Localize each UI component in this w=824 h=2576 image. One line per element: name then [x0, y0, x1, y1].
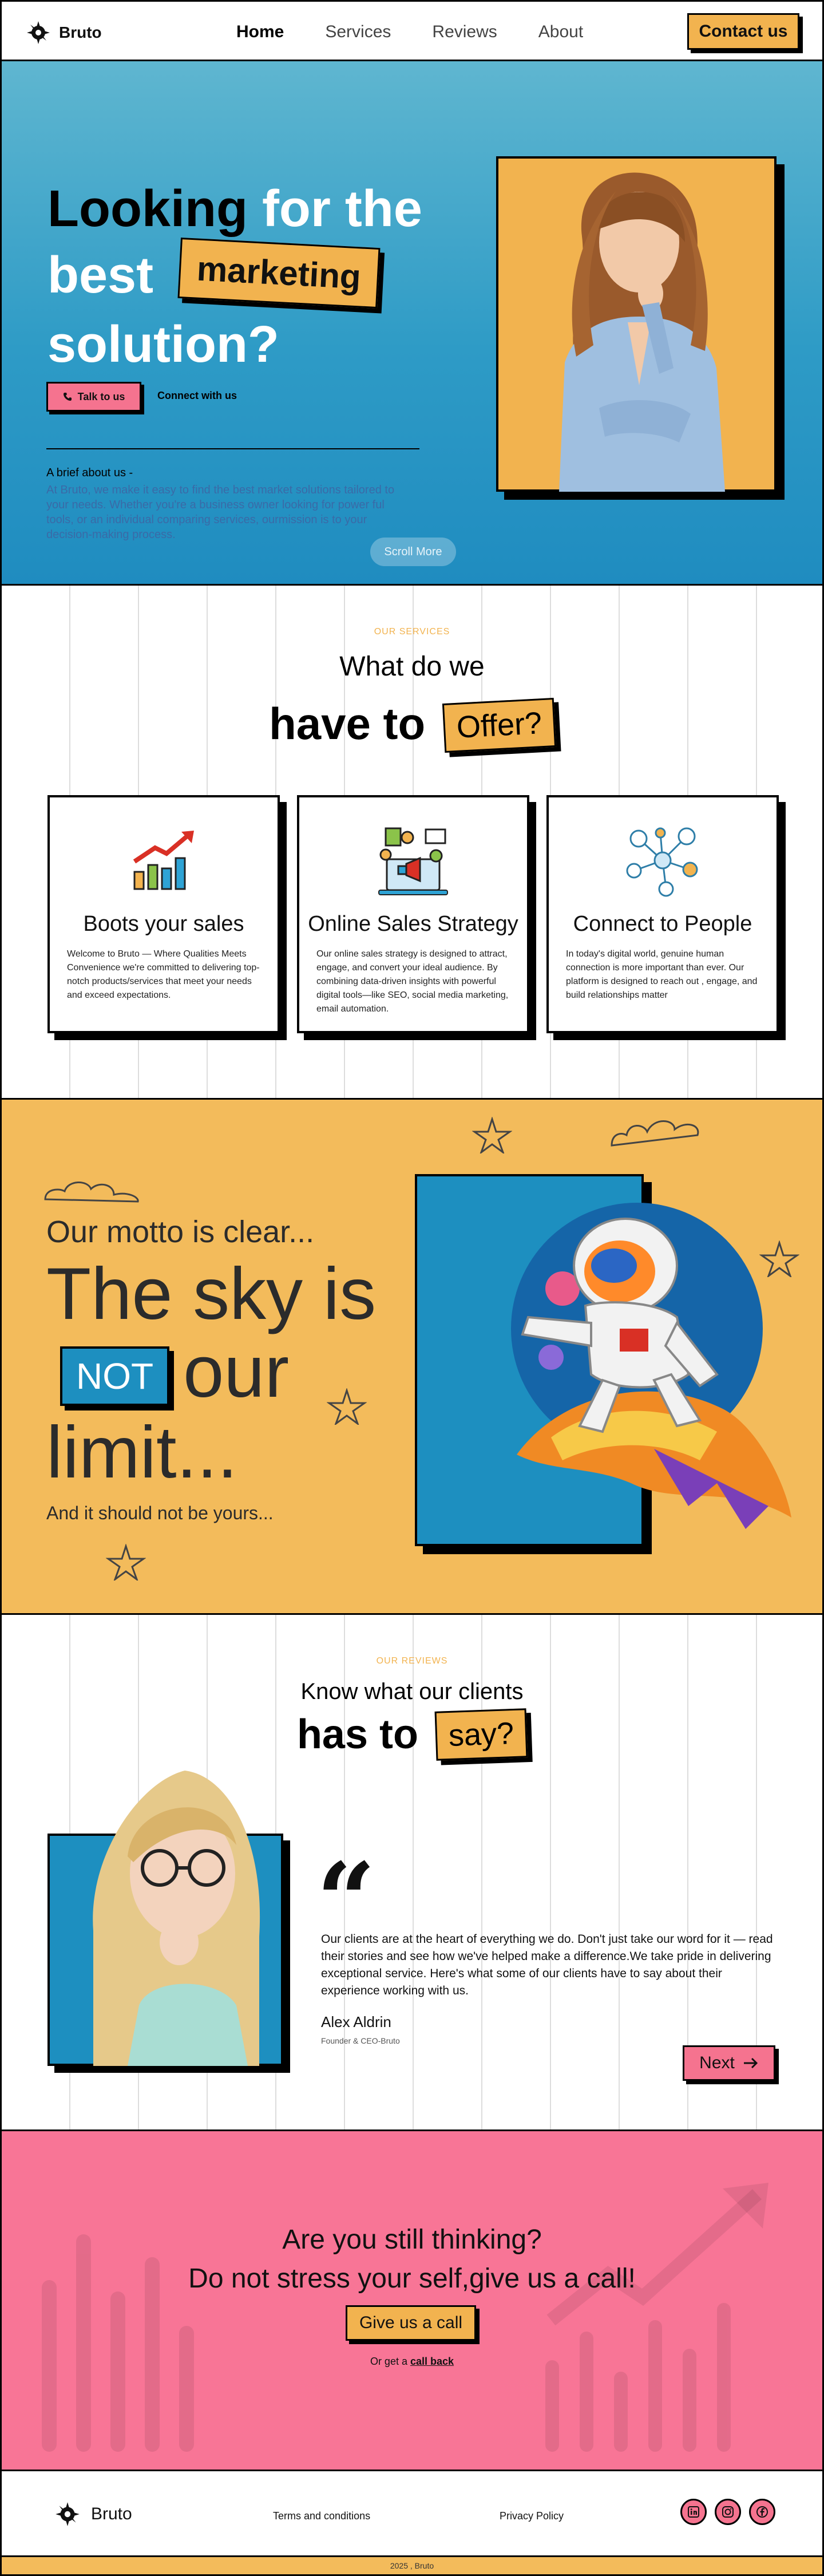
- privacy-link[interactable]: Privacy Policy: [500, 2510, 564, 2522]
- hero-title-tag: marketing: [177, 237, 381, 309]
- cloud-doodle-icon: [44, 1182, 139, 1203]
- hero-title-line3: solution?: [47, 316, 279, 373]
- talk-to-us-label: Talk to us: [77, 390, 125, 402]
- brand-mark-icon: [56, 2502, 80, 2526]
- footer-logo-text: Bruto: [91, 2504, 132, 2523]
- scroll-more-button[interactable]: Scroll More: [370, 538, 456, 566]
- call-back-link[interactable]: call back: [410, 2356, 454, 2367]
- footer-logo[interactable]: Bruto: [53, 2500, 132, 2528]
- motto-intro: Our motto is clear...: [46, 1215, 315, 1249]
- talk-to-us-button[interactable]: Talk to us: [46, 382, 141, 412]
- service-card-title: Boots your sales: [83, 912, 244, 936]
- hero-title-dark: Looking: [47, 180, 248, 238]
- star-doodle-icon: [106, 1544, 146, 1581]
- contact-us-button[interactable]: Contact us: [687, 13, 799, 50]
- services-title-text: have to: [269, 698, 426, 749]
- next-review-button[interactable]: Next: [683, 2045, 775, 2081]
- cta-line2: Do not stress your self,give us a call!: [188, 2263, 636, 2294]
- nav-about[interactable]: About: [538, 22, 583, 42]
- hero-title-line2: best: [47, 247, 154, 304]
- hero-title: Looking for the best marketing solution?: [47, 176, 422, 378]
- logo-text: Bruto: [59, 23, 102, 41]
- cloud-doodle-icon: [611, 1120, 699, 1147]
- brief-text: At Bruto, we make it easy to find the be…: [46, 484, 395, 541]
- motto-big-line3: limit...: [46, 1412, 238, 1494]
- site-header: Bruto Home Services Reviews About Contac…: [2, 2, 822, 61]
- logo[interactable]: Bruto: [25, 19, 102, 46]
- linkedin-icon[interactable]: [680, 2499, 707, 2525]
- client-woman-illustration: [93, 1771, 260, 2066]
- service-card-title: Online Sales Strategy: [308, 912, 518, 936]
- service-card[interactable]: Connect to People In today's digital wor…: [546, 795, 779, 1033]
- callback-text: Or get a call back: [2, 2356, 822, 2368]
- nav-home[interactable]: Home: [236, 22, 284, 42]
- services-title-line1: What do we: [339, 651, 485, 682]
- brief-title: A brief about us -: [46, 467, 133, 479]
- facebook-icon[interactable]: [749, 2499, 775, 2525]
- motto-section: Our motto is clear... The sky is NOT our …: [2, 1100, 822, 1615]
- services-section: OUR SERVICES What do we have to Offer? B…: [2, 586, 822, 1100]
- hero-section: Looking for the best marketing solution?…: [2, 61, 822, 586]
- nav-reviews[interactable]: Reviews: [432, 22, 497, 42]
- review-text: Our clients are at the heart of everythi…: [321, 1933, 773, 1997]
- social-links: [680, 2499, 775, 2525]
- service-card-text: Our online sales strategy is designed to…: [316, 949, 509, 1014]
- reviews-title-line1: Know what our clients: [300, 1679, 524, 1704]
- cta-section: Are you still thinking? Do not stress yo…: [2, 2131, 822, 2471]
- divider: [46, 448, 419, 449]
- thinking-woman-illustration: [559, 172, 725, 492]
- motto-big-line2: our: [183, 1331, 290, 1413]
- online-marketing-icon: [378, 827, 448, 895]
- service-card[interactable]: Boots your sales Welcome to Bruto — Wher…: [47, 795, 280, 1033]
- network-people-icon: [626, 827, 698, 897]
- service-card-text: Welcome to Bruto — Where Qualities Meets…: [67, 949, 260, 1000]
- phone-icon: [63, 393, 72, 401]
- services-eyebrow: OUR SERVICES: [374, 627, 450, 637]
- cta-line1: Are you still thinking?: [282, 2225, 542, 2255]
- hero-title-line1: for the: [262, 180, 422, 238]
- reviews-title-text: has to: [296, 1712, 418, 1757]
- service-card-title: Connect to People: [573, 912, 752, 936]
- motto-headline: The sky is NOT our limit...: [46, 1255, 376, 1492]
- hero-photo: [496, 156, 777, 492]
- client-photo: [47, 1771, 283, 2066]
- reviewer-role: Founder & CEO-Bruto: [321, 2036, 400, 2045]
- site-footer: Bruto Terms and conditions Privacy Polic…: [2, 2471, 822, 2557]
- background-chart-watermark: [42, 2183, 768, 2452]
- instagram-icon[interactable]: [715, 2499, 741, 2525]
- sales-chart-icon: [133, 831, 194, 890]
- page: Bruto Home Services Reviews About Contac…: [0, 0, 824, 2576]
- motto-big-line1: The sky is: [46, 1253, 377, 1335]
- main-nav: Home Services Reviews About: [236, 22, 583, 42]
- motto-subtext: And it should not be yours...: [46, 1503, 274, 1523]
- reviews-section: OUR REVIEWS Know what our clients has to…: [2, 1615, 822, 2131]
- reviews-eyebrow: OUR REVIEWS: [376, 1656, 448, 1666]
- arrow-right-icon: [743, 2057, 758, 2069]
- nav-services[interactable]: Services: [325, 22, 391, 42]
- reviewer-name: Alex Aldrin: [321, 2013, 391, 2030]
- service-card-text: In today's digital world, genuine human …: [566, 949, 758, 1000]
- reviews-title-line2: has to say?: [2, 1708, 822, 1763]
- services-title-line2: have to Offer?: [2, 697, 822, 753]
- service-card[interactable]: Online Sales Strategy Our online sales s…: [297, 795, 529, 1033]
- services-title-tag: Offer?: [442, 697, 557, 753]
- brand-mark-icon: [27, 21, 50, 44]
- astronaut-illustration: [511, 1203, 791, 1529]
- terms-link[interactable]: Terms and conditions: [273, 2510, 370, 2522]
- give-us-a-call-button[interactable]: Give us a call: [346, 2305, 476, 2341]
- star-doodle-icon: [472, 1117, 512, 1153]
- reviews-title-tag: say?: [434, 1708, 528, 1761]
- copyright: 2025 , Bruto: [2, 2557, 822, 2574]
- callback-prefix: Or get a: [370, 2356, 407, 2367]
- connect-with-us-link[interactable]: Connect with us: [157, 390, 237, 402]
- next-label: Next: [699, 2053, 735, 2072]
- service-cards: Boots your sales Welcome to Bruto — Wher…: [47, 795, 780, 1033]
- motto-not-tag: NOT: [60, 1346, 170, 1406]
